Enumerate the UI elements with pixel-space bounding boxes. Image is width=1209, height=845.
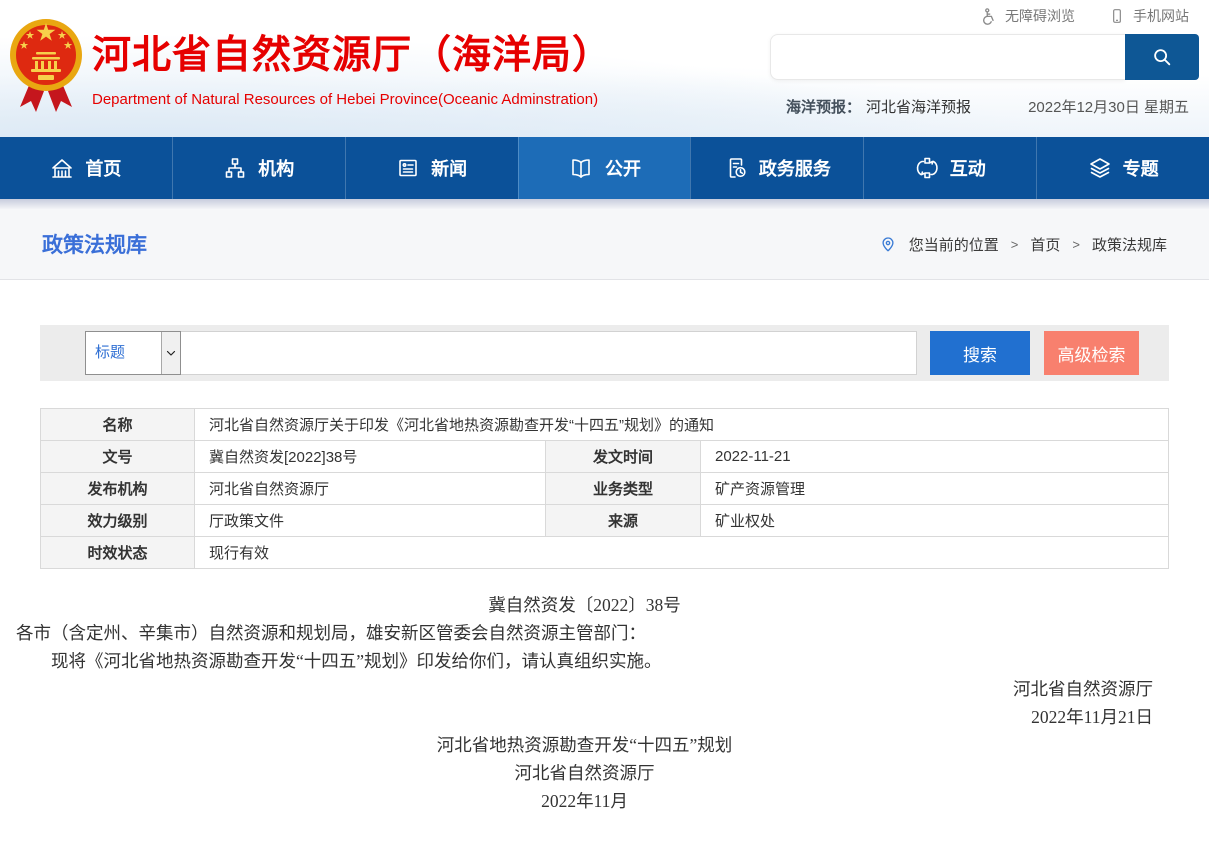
mobile-site-link[interactable]: 手机网站 [1109,6,1189,26]
meta-source-label: 来源 [546,505,701,537]
nav-item-org[interactable]: 机构 [172,137,345,199]
doc-attachment-org: 河北省自然资源厅 [16,759,1153,787]
meta-org-label: 发布机构 [41,473,195,505]
header-search [770,34,1199,80]
nav-item-interact[interactable]: 互动 [863,137,1036,199]
search-field-selected: 标题 [86,332,161,374]
doc-signature-org: 河北省自然资源厅 [16,675,1153,703]
accessibility-link[interactable]: 无障碍浏览 [979,6,1075,26]
nav-item-services[interactable]: 政务服务 [690,137,863,199]
table-row: 发布机构 河北省自然资源厅 业务类型 矿产资源管理 [41,473,1169,505]
layers-icon [1088,156,1112,180]
nav-label: 政务服务 [759,155,831,181]
nav-label: 互动 [950,155,986,181]
nav-item-public[interactable]: 公开 [518,137,691,199]
nav-bottom-strip [0,199,1209,209]
meta-docnum-label: 文号 [41,441,195,473]
meta-level-value: 厅政策文件 [195,505,546,537]
page-title: 政策法规库 [42,229,147,259]
nav-item-topics[interactable]: 专题 [1036,137,1209,199]
meta-name-label: 名称 [41,409,195,441]
page: 河北省自然资源厅（海洋局） Department of Natural Reso… [0,0,1209,824]
meta-issue-date-value: 2022-11-21 [701,441,1169,473]
table-row: 效力级别 厅政策文件 来源 矿业权处 [41,505,1169,537]
meta-status-label: 时效状态 [41,537,195,569]
wheelchair-icon [979,7,997,25]
doc-salutation: 各市（含定州、辛集市）自然资源和规划局，雄安新区管委会自然资源主管部门： [16,619,1153,647]
meta-source-value: 矿业权处 [701,505,1169,537]
search-button[interactable]: 搜索 [930,331,1030,375]
smartphone-icon [1109,7,1125,25]
meta-type-label: 业务类型 [546,473,701,505]
header-search-input[interactable] [770,34,1125,80]
ocean-forecast-link[interactable]: 河北省海洋预报 [866,96,971,117]
interaction-cycle-icon [915,156,939,180]
doc-attachment-title: 河北省地热资源勘查开发“十四五”规划 [16,731,1153,759]
meta-level-label: 效力级别 [41,505,195,537]
doc-main-text: 现将《河北省地热资源勘查开发“十四五”规划》印发给你们，请认真组织实施。 [16,647,1153,675]
header-date: 2022年12月30日 星期五 [1028,96,1189,117]
doc-attachment-date: 2022年11月 [16,787,1153,815]
nav-item-news[interactable]: 新闻 [345,137,518,199]
site-title-block: 河北省自然资源厅（海洋局） Department of Natural Reso… [92,24,612,108]
meta-org-value: 河北省自然资源厅 [195,473,546,505]
national-emblem-logo [8,11,84,117]
doc-number: 冀自然资发〔2022〕38号 [16,591,1153,619]
meta-issue-date-label: 发文时间 [546,441,701,473]
header-utility-links: 无障碍浏览 手机网站 [979,6,1189,26]
breadcrumb: 您当前的位置 > 首页 > 政策法规库 [879,234,1167,255]
open-book-icon [568,156,594,180]
breadcrumb-separator: > [1011,237,1019,252]
breadcrumb-location-label: 您当前的位置 [909,234,999,255]
nav-label: 首页 [85,155,121,181]
news-icon [396,156,420,180]
chevron-down-icon [161,332,180,374]
doc-signature-date: 2022年11月21日 [16,703,1153,731]
breadcrumb-home[interactable]: 首页 [1030,234,1060,255]
document-body: 冀自然资发〔2022〕38号 各市（含定州、辛集市）自然资源和规划局，雄安新区管… [8,591,1201,845]
search-field-select[interactable]: 标题 [85,331,181,375]
nav-item-home[interactable]: 首页 [0,137,172,199]
meta-status-value: 现行有效 [195,537,1169,569]
advanced-search-button[interactable]: 高级检索 [1044,331,1139,375]
search-icon [1151,46,1173,68]
nav-label: 机构 [258,155,294,181]
site-subtitle: Department of Natural Resources of Hebei… [92,91,612,108]
document-clock-icon [724,156,748,180]
document-meta-table: 名称 河北省自然资源厅关于印发《河北省地热资源勘查开发“十四五”规划》的通知 文… [40,408,1169,569]
header-search-button[interactable] [1125,34,1199,80]
breadcrumb-band: 政策法规库 您当前的位置 > 首页 > 政策法规库 [0,209,1209,280]
table-row: 文号 冀自然资发[2022]38号 发文时间 2022-11-21 [41,441,1169,473]
ocean-forecast-label: 海洋预报： [786,96,861,117]
main-nav: 首页 机构 新闻 公开 [0,137,1209,199]
nav-label: 新闻 [431,155,467,181]
location-pin-icon [879,235,897,253]
home-icon [50,156,74,180]
org-chart-icon [223,156,247,180]
breadcrumb-separator: > [1072,237,1080,252]
table-row: 名称 河北省自然资源厅关于印发《河北省地热资源勘查开发“十四五”规划》的通知 [41,409,1169,441]
accessibility-label: 无障碍浏览 [1005,6,1075,26]
policy-search-input[interactable] [181,331,917,375]
nav-label: 公开 [605,155,641,181]
meta-name-value: 河北省自然资源厅关于印发《河北省地热资源勘查开发“十四五”规划》的通知 [195,409,1169,441]
table-row: 时效状态 现行有效 [41,537,1169,569]
mobile-site-label: 手机网站 [1133,6,1189,26]
breadcrumb-current[interactable]: 政策法规库 [1092,234,1167,255]
site-header: 河北省自然资源厅（海洋局） Department of Natural Reso… [0,0,1209,137]
meta-type-value: 矿产资源管理 [701,473,1169,505]
site-title: 河北省自然资源厅（海洋局） [92,24,612,80]
main-content: 标题 搜索 高级检索 名称 河北省自然资源厅关于印发《河北省地热资源勘查开发“十… [0,280,1209,845]
nav-label: 专题 [1123,155,1159,181]
policy-search-form: 标题 搜索 高级检索 [40,325,1169,381]
meta-docnum-value: 冀自然资发[2022]38号 [195,441,546,473]
